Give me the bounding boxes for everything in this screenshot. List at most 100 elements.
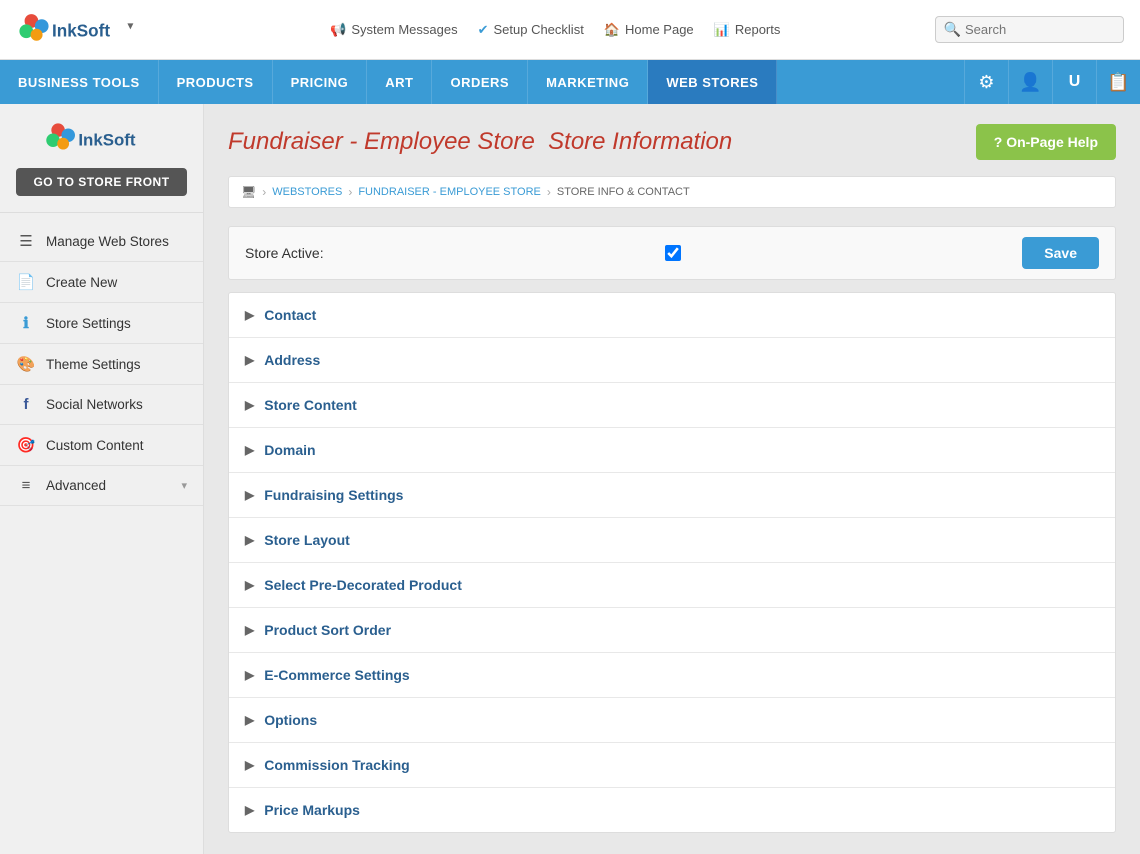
sidebar-item-custom-content[interactable]: 🎯 Custom Content (0, 425, 203, 466)
accordion-list: ▶ Contact ▶ Address ▶ Store Content ▶ Do… (228, 292, 1116, 833)
accordion-item-label: Select Pre-Decorated Product (264, 577, 462, 593)
svg-text:InkSoft: InkSoft (78, 130, 136, 149)
accordion-item-domain[interactable]: ▶ Domain (229, 428, 1115, 473)
nav-bar: Business Tools Products Pricing Art Orde… (0, 60, 1140, 104)
accordion-item-label: Store Content (264, 397, 357, 413)
social-icon: f (16, 396, 36, 413)
nav-products[interactable]: Products (159, 60, 273, 104)
breadcrumb-webstores[interactable]: WEBSTORES (272, 186, 342, 198)
accordion-item-address[interactable]: ▶ Address (229, 338, 1115, 383)
top-links: 📢 System Messages ✔ Setup Checklist 🏠 Ho… (196, 22, 915, 38)
page-title-highlight: Store Information (548, 128, 732, 155)
accordion-arrow-icon: ▶ (245, 758, 254, 772)
accordion-item-label: Domain (264, 442, 315, 458)
accordion-item-ecommerce-settings[interactable]: ▶ E-Commerce Settings (229, 653, 1115, 698)
store-active-row: Store Active: Save (228, 226, 1116, 280)
home-icon: 🏠 (604, 22, 620, 38)
tag-icon-btn[interactable]: U (1052, 60, 1096, 104)
store-settings-label: Store Settings (46, 316, 187, 331)
create-new-label: Create New (46, 275, 187, 290)
accordion-arrow-icon: ▶ (245, 398, 254, 412)
accordion-item-label: Store Layout (264, 532, 350, 548)
sidebar-menu: ☰ Manage Web Stores 📄 Create New ℹ Store… (0, 221, 203, 506)
megaphone-icon: 📢 (330, 22, 346, 38)
accordion-item-store-content[interactable]: ▶ Store Content (229, 383, 1115, 428)
main-layout: InkSoft GO TO STORE FRONT ☰ Manage Web S… (0, 104, 1140, 854)
accordion-item-select-pre-decorated[interactable]: ▶ Select Pre-Decorated Product (229, 563, 1115, 608)
save-button[interactable]: Save (1022, 237, 1099, 269)
accordion-arrow-icon: ▶ (245, 308, 254, 322)
accordion-item-label: E-Commerce Settings (264, 667, 409, 683)
accordion-arrow-icon: ▶ (245, 443, 254, 457)
accordion-arrow-icon: ▶ (245, 533, 254, 547)
sidebar-item-manage-web-stores[interactable]: ☰ Manage Web Stores (0, 221, 203, 262)
sidebar-logo-svg: InkSoft (42, 120, 162, 158)
nav-web-stores[interactable]: Web Stores (648, 60, 777, 104)
setup-checklist-link[interactable]: ✔ Setup Checklist (478, 22, 584, 38)
inksoft-logo: InkSoft ▾ (16, 10, 136, 50)
accordion-item-label: Price Markups (264, 802, 360, 818)
search-input[interactable] (965, 22, 1115, 37)
nav-pricing[interactable]: Pricing (273, 60, 368, 104)
search-icon: 🔍 (944, 21, 961, 38)
nav-marketing[interactable]: Marketing (528, 60, 648, 104)
breadcrumb-fundraiser[interactable]: FUNDRAISER - EMPLOYEE STORE (358, 186, 541, 198)
on-page-help-button[interactable]: ? On-Page Help (976, 124, 1116, 160)
sidebar-item-store-settings[interactable]: ℹ Store Settings (0, 303, 203, 344)
sidebar-item-theme-settings[interactable]: 🎨 Theme Settings (0, 344, 203, 385)
accordion-item-price-markups[interactable]: ▶ Price Markups (229, 788, 1115, 832)
top-bar: InkSoft ▾ 📢 System Messages ✔ Setup Chec… (0, 0, 1140, 60)
home-page-label: Home Page (625, 22, 694, 37)
svg-text:InkSoft: InkSoft (52, 20, 110, 40)
svg-text:▾: ▾ (127, 18, 133, 32)
file-icon: 📄 (16, 273, 36, 291)
info-icon: ℹ (16, 314, 36, 332)
accordion-item-options[interactable]: ▶ Options (229, 698, 1115, 743)
accordion-arrow-icon: ▶ (245, 353, 254, 367)
accordion-item-label: Fundraising Settings (264, 487, 403, 503)
accordion-arrow-icon: ▶ (245, 488, 254, 502)
settings-icon-btn[interactable]: ⚙ (964, 60, 1008, 104)
page-title-main: Fundraiser - Employee Store (228, 128, 535, 155)
menu-icon: ≡ (16, 477, 36, 494)
store-active-check-area (665, 245, 681, 261)
breadcrumb-home-icon: 🖥 (241, 185, 256, 199)
theme-settings-label: Theme Settings (46, 357, 187, 372)
accordion-item-commission-tracking[interactable]: ▶ Commission Tracking (229, 743, 1115, 788)
social-networks-label: Social Networks (46, 397, 187, 412)
home-page-link[interactable]: 🏠 Home Page (604, 22, 694, 38)
accordion-arrow-icon: ▶ (245, 668, 254, 682)
sidebar-item-social-networks[interactable]: f Social Networks (0, 385, 203, 425)
accordion-item-fundraising-settings[interactable]: ▶ Fundraising Settings (229, 473, 1115, 518)
accordion-arrow-icon: ▶ (245, 578, 254, 592)
reports-link[interactable]: 📊 Reports (714, 22, 781, 38)
nav-art[interactable]: Art (367, 60, 432, 104)
clipboard-icon-btn[interactable]: 📋 (1096, 60, 1140, 104)
manage-web-stores-label: Manage Web Stores (46, 234, 187, 249)
content-icon: 🎯 (16, 436, 36, 454)
advanced-chevron-icon: ▾ (181, 479, 187, 492)
list-icon: ☰ (16, 232, 36, 250)
accordion-item-label: Address (264, 352, 320, 368)
accordion-item-label: Contact (264, 307, 316, 323)
accordion-item-contact[interactable]: ▶ Contact (229, 293, 1115, 338)
content-header: Fundraiser - Employee Store Store Inform… (228, 124, 1116, 160)
system-messages-label: System Messages (351, 22, 457, 37)
go-to-store-button[interactable]: GO TO STORE FRONT (16, 168, 187, 196)
nav-orders[interactable]: Orders (432, 60, 528, 104)
system-messages-link[interactable]: 📢 System Messages (330, 22, 457, 38)
accordion-arrow-icon: ▶ (245, 623, 254, 637)
setup-checklist-label: Setup Checklist (493, 22, 583, 37)
accordion-arrow-icon: ▶ (245, 713, 254, 727)
store-active-checkbox[interactable] (665, 245, 681, 261)
accordion-item-product-sort-order[interactable]: ▶ Product Sort Order (229, 608, 1115, 653)
user-icon-btn[interactable]: 👤 (1008, 60, 1052, 104)
nav-business-tools[interactable]: Business Tools (0, 60, 159, 104)
custom-content-label: Custom Content (46, 438, 187, 453)
accordion-item-store-layout[interactable]: ▶ Store Layout (229, 518, 1115, 563)
sidebar-item-create-new[interactable]: 📄 Create New (0, 262, 203, 303)
sidebar-item-advanced[interactable]: ≡ Advanced ▾ (0, 466, 203, 506)
accordion-item-label: Product Sort Order (264, 622, 391, 638)
breadcrumb-current: STORE INFO & CONTACT (557, 186, 690, 198)
search-box: 🔍 (935, 16, 1124, 43)
